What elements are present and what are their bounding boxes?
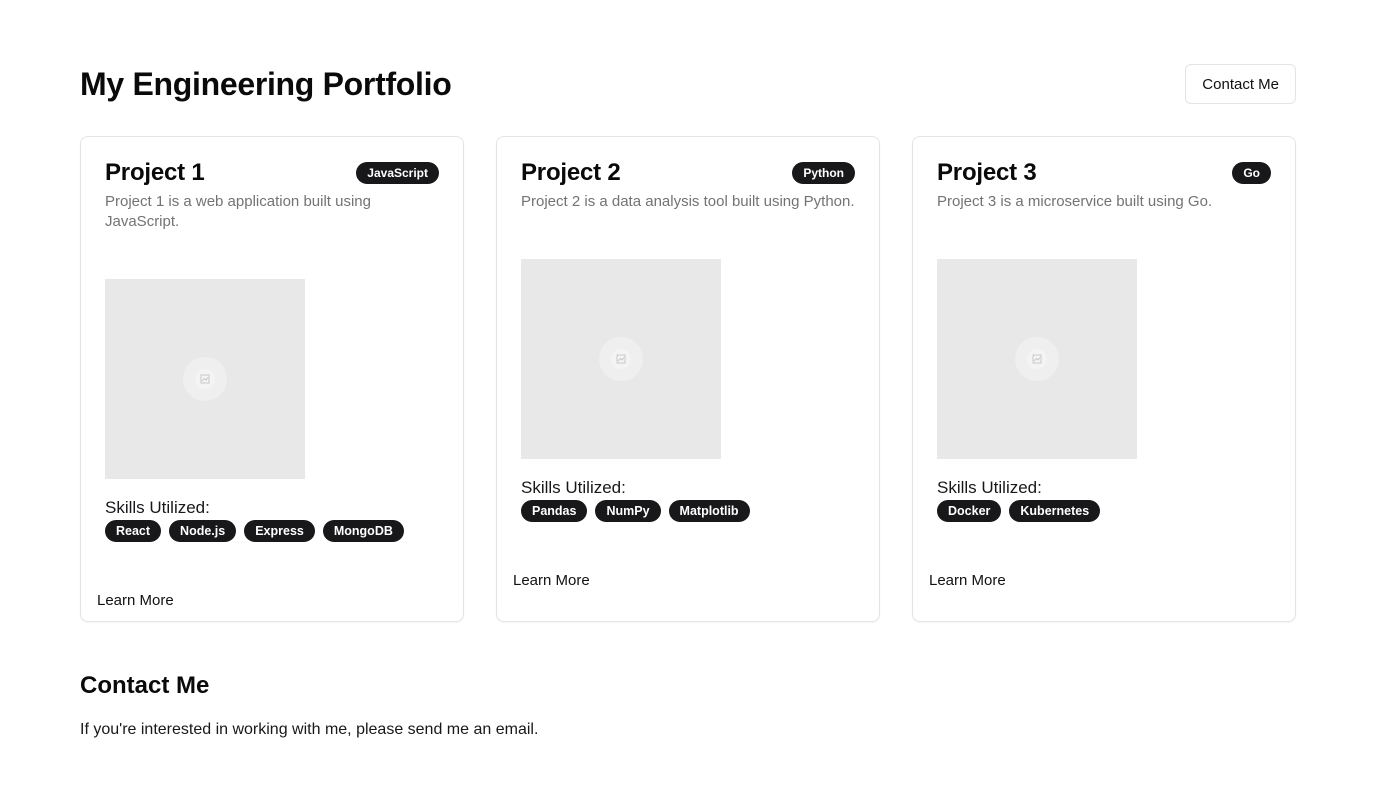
contact-section-text: If you're interested in working with me,… [80, 721, 539, 738]
project-image [521, 259, 721, 459]
project-image [105, 279, 305, 479]
project-description: Project 2 is a data analysis tool built … [521, 193, 855, 210]
project-card-1: Project 1 JavaScript Project 1 is a web … [80, 136, 464, 622]
card-header: Project 2 Python [521, 159, 855, 187]
project-cards: Project 1 JavaScript Project 1 is a web … [80, 136, 1296, 622]
language-badge: Go [1232, 162, 1271, 184]
project-title: Project 1 [105, 159, 205, 186]
card-header: Project 3 Go [937, 159, 1271, 187]
skill-badge: Docker [937, 500, 1002, 522]
image-placeholder-icon [1032, 354, 1042, 364]
skill-badge: Kubernetes [1009, 500, 1101, 522]
project-description: Project 3 is a microservice built using … [937, 193, 1213, 210]
learn-more-link[interactable]: Learn More [97, 592, 174, 609]
project-card-3: Project 3 Go Project 3 is a microservice… [912, 136, 1296, 622]
project-title: Project 3 [937, 159, 1037, 186]
language-badge: Python [792, 162, 855, 184]
page-title: My Engineering Portfolio [80, 65, 452, 102]
skills-list: Docker Kubernetes [937, 500, 1101, 522]
contact-me-button[interactable]: Contact Me [1185, 64, 1296, 104]
skill-badge: Matplotlib [668, 500, 750, 522]
skills-label: Skills Utilized: [521, 478, 626, 497]
contact-section-title: Contact Me [80, 672, 210, 699]
card-header: Project 1 JavaScript [105, 159, 439, 187]
project-card-2: Project 2 Python Project 2 is a data ana… [496, 136, 880, 622]
image-placeholder-icon [616, 354, 626, 364]
skills-label: Skills Utilized: [105, 498, 210, 517]
project-image [937, 259, 1137, 459]
skill-badge: React [105, 520, 162, 542]
skill-badge: Pandas [521, 500, 588, 522]
language-badge: JavaScript [356, 162, 439, 184]
image-placeholder-icon [200, 374, 210, 384]
skills-list: Pandas NumPy Matplotlib [521, 500, 750, 522]
project-description: Project 1 is a web application built usi… [105, 193, 371, 230]
learn-more-link[interactable]: Learn More [513, 572, 590, 589]
portfolio-page: My Engineering Portfolio Contact Me Proj… [0, 0, 1376, 806]
skill-badge: Node.js [169, 520, 237, 542]
skill-badge: NumPy [595, 500, 661, 522]
skill-badge: MongoDB [322, 520, 404, 542]
learn-more-link[interactable]: Learn More [929, 572, 1006, 589]
project-title: Project 2 [521, 159, 621, 186]
skills-label: Skills Utilized: [937, 478, 1042, 497]
skills-list: React Node.js Express MongoDB [105, 520, 404, 542]
page-header: My Engineering Portfolio Contact Me [80, 64, 1296, 104]
skill-badge: Express [244, 520, 315, 542]
